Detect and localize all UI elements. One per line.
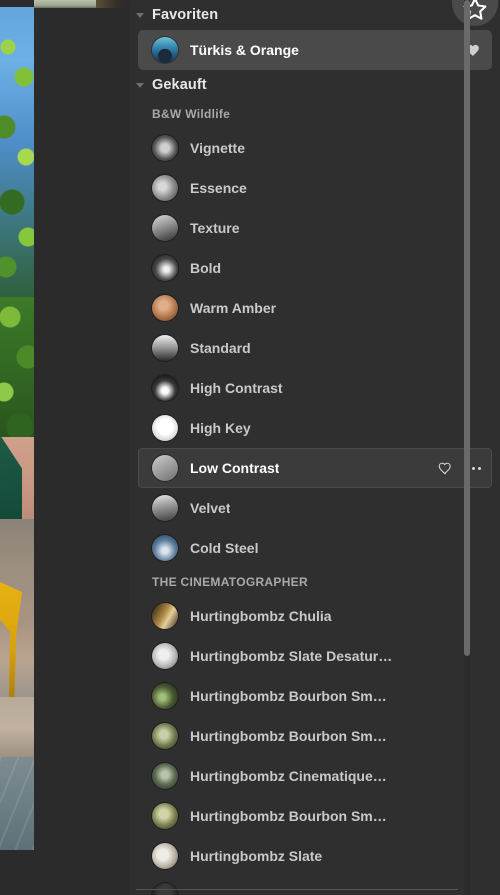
preset-thumbnail [152,643,178,669]
preset-row[interactable]: High Key [138,408,492,448]
preset-row[interactable]: Velvet [138,488,492,528]
presets-panel: Favoriten Türkis & Orange Gekauft B&W Wildl… [130,0,500,895]
preset-label: Cold Steel [190,540,259,556]
preview-sky-and-tree [0,7,34,307]
preset-row[interactable]: Cold Steel [138,528,492,568]
preset-thumbnail [152,135,178,161]
heart-outline-icon[interactable] [437,460,454,477]
preset-label: Low Contrast [190,460,280,476]
preset-thumbnail [152,175,178,201]
preview-plank [0,697,34,757]
preset-thumbnail [152,375,178,401]
presets-list: Favoriten Türkis & Orange Gekauft B&W Wildl… [130,0,500,895]
row-actions [437,449,481,487]
preset-row[interactable] [138,876,492,895]
preset-thumbnail [152,723,178,749]
preset-row[interactable]: Hurtingbombz Bourbon Sm… [138,676,492,716]
preset-label: Hurtingbombz Bourbon Sm… [190,728,387,744]
preset-label: Hurtingbombz Cinematique… [190,768,387,784]
preset-label: Velvet [190,500,231,516]
preset-label: Hurtingbombz Chulia [190,608,332,624]
preset-label: Standard [190,340,251,356]
preset-label: High Key [190,420,251,436]
group-label: B&W Wildlife [152,107,231,121]
preset-label: Hurtingbombz Bourbon Sm… [190,808,387,824]
preset-row[interactable]: Texture [138,208,492,248]
preset-label: Warm Amber [190,300,277,316]
section-title: Favoriten [152,7,219,23]
preset-thumbnail [152,535,178,561]
preset-thumbnail [152,603,178,629]
preset-row[interactable]: Warm Amber [138,288,492,328]
preset-thumbnail [152,455,178,481]
preset-thumbnail [152,763,178,789]
chevron-down-icon[interactable] [136,12,144,18]
preset-row[interactable]: Hurtingbombz Bourbon Sm… [138,716,492,756]
preset-thumbnail [152,255,178,281]
preset-row[interactable]: Hurtingbombz Cinematique… [138,756,492,796]
preset-label: Türkis & Orange [190,42,299,58]
app-window: Favoriten Türkis & Orange Gekauft B&W Wildl… [0,0,500,895]
preset-row[interactable]: Hurtingbombz Chulia [138,596,492,636]
preset-label: Bold [190,260,222,276]
scrollbar-thumb[interactable] [464,0,470,656]
preset-row[interactable]: Standard [138,328,492,368]
preset-row[interactable]: Low Contrast [138,448,492,488]
preset-label: Hurtingbombz Slate [190,848,323,864]
preset-row[interactable]: Vignette [138,128,492,168]
preset-label: Texture [190,220,240,236]
group-label: THE CINEMATOGRAPHER [152,575,308,589]
preset-row[interactable]: Hurtingbombz Slate [138,836,492,876]
preset-thumbnail [152,843,178,869]
preset-thumbnail [152,37,178,63]
section-title: Gekauft [152,77,207,93]
preset-thumbnail [152,495,178,521]
bottom-divider [136,889,458,890]
chevron-down-icon[interactable] [136,82,144,88]
image-preview-strip[interactable] [0,7,34,850]
preset-thumbnail [152,335,178,361]
preset-row[interactable]: Hurtingbombz Bourbon Sm… [138,796,492,836]
section-header-1[interactable]: Gekauft [130,70,500,100]
preset-thumbnail [152,415,178,441]
preset-thumbnail [152,683,178,709]
preset-row[interactable]: Hurtingbombz Slate Desatur… [138,636,492,676]
preset-row[interactable]: High Contrast [138,368,492,408]
preset-thumbnail [152,295,178,321]
preset-thumbnail [152,803,178,829]
section-header-0[interactable]: Favoriten [130,0,500,30]
preset-row[interactable]: Essence [138,168,492,208]
preset-label: Vignette [190,140,245,156]
preset-row[interactable]: Türkis & Orange [138,30,492,70]
toolbar-sliver-dark [96,0,130,8]
preview-stone-paving [0,757,34,850]
preset-label: High Contrast [190,380,283,396]
preset-label: Hurtingbombz Slate Desatur… [190,648,393,664]
preset-label: Essence [190,180,247,196]
preset-label: Hurtingbombz Bourbon Sm… [190,688,387,704]
preset-thumbnail [152,215,178,241]
preset-row[interactable]: Bold [138,248,492,288]
